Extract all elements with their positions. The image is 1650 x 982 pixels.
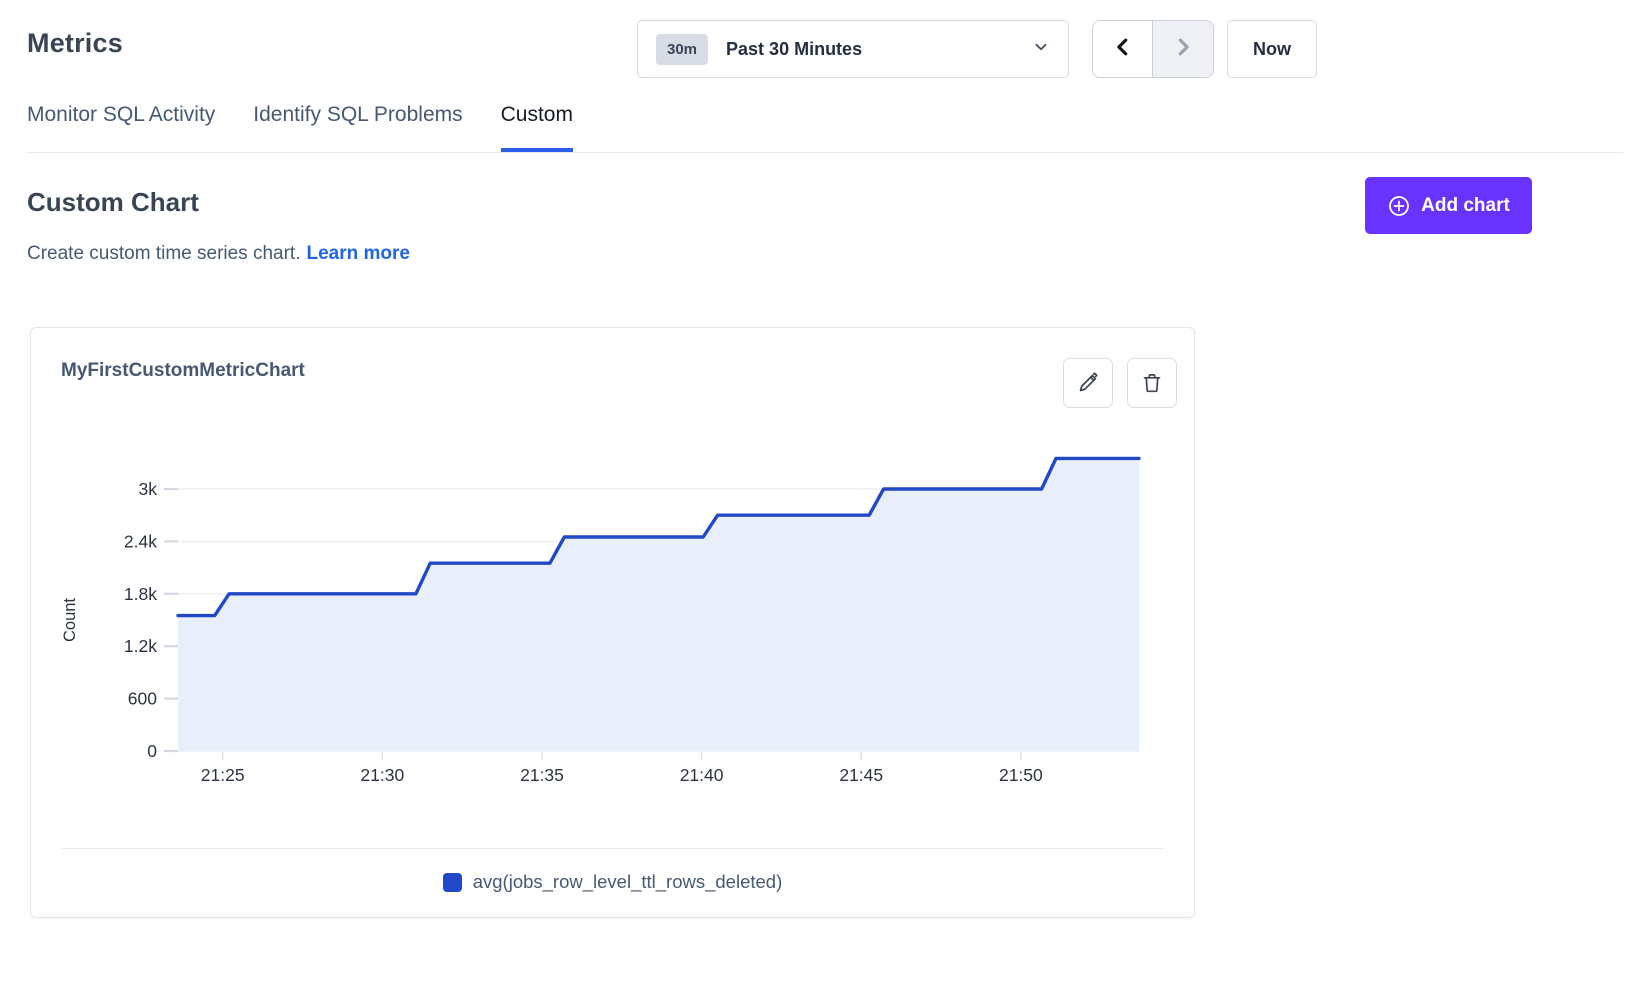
svg-text:21:25: 21:25 xyxy=(201,765,245,785)
svg-text:21:35: 21:35 xyxy=(520,765,564,785)
time-range-select[interactable]: 30m Past 30 Minutes xyxy=(637,20,1069,78)
delete-chart-button[interactable] xyxy=(1127,358,1177,408)
page-title: Metrics xyxy=(27,28,123,59)
svg-text:3k: 3k xyxy=(139,479,158,499)
legend-label: avg(jobs_row_level_ttl_rows_deleted) xyxy=(473,871,783,893)
svg-text:2.4k: 2.4k xyxy=(124,531,157,551)
legend-divider xyxy=(61,848,1164,849)
tab-monitor-sql-activity[interactable]: Monitor SQL Activity xyxy=(27,103,215,152)
previous-time-button[interactable] xyxy=(1093,21,1153,77)
chart-legend: avg(jobs_row_level_ttl_rows_deleted) xyxy=(31,871,1194,893)
tab-identify-sql-problems[interactable]: Identify SQL Problems xyxy=(253,103,462,152)
tab-custom[interactable]: Custom xyxy=(501,103,573,152)
custom-chart-card: MyFirstCustomMetricChart 0 600 1.2k 1.8k 2.4… xyxy=(30,327,1195,918)
time-window-label: Past 30 Minutes xyxy=(726,39,862,60)
legend-swatch xyxy=(443,873,462,892)
edit-chart-button[interactable] xyxy=(1063,358,1113,408)
trash-icon xyxy=(1140,371,1164,395)
next-time-button[interactable] xyxy=(1153,21,1213,77)
pencil-icon xyxy=(1076,371,1100,395)
learn-more-link[interactable]: Learn more xyxy=(306,243,409,264)
tabs-divider xyxy=(27,152,1623,153)
svg-text:Count: Count xyxy=(61,598,79,642)
metrics-tabs: Monitor SQL Activity Identify SQL Proble… xyxy=(27,103,573,152)
svg-text:21:50: 21:50 xyxy=(999,765,1043,785)
add-chart-button[interactable]: Add chart xyxy=(1365,177,1532,234)
time-window-badge: 30m xyxy=(656,34,708,65)
plus-circle-icon xyxy=(1387,194,1411,218)
custom-chart-svg: 0 600 1.2k 1.8k 2.4k 3k 21:25 21:30 21:35 21:40 21… xyxy=(31,428,1196,808)
section-description: Create custom time series chart.Learn mo… xyxy=(27,243,410,265)
svg-text:600: 600 xyxy=(128,689,157,709)
svg-text:1.8k: 1.8k xyxy=(124,584,157,604)
metrics-page: Metrics 30m Past 30 Minutes Now Monitor … xyxy=(0,0,1650,982)
add-chart-label: Add chart xyxy=(1421,195,1510,217)
section-heading: Custom Chart xyxy=(27,187,199,218)
svg-text:0: 0 xyxy=(147,741,157,761)
chart-title: MyFirstCustomMetricChart xyxy=(61,360,305,382)
chevron-right-icon xyxy=(1172,36,1194,63)
svg-text:21:30: 21:30 xyxy=(360,765,404,785)
now-button[interactable]: Now xyxy=(1227,20,1317,78)
svg-text:1.2k: 1.2k xyxy=(124,636,157,656)
chevron-left-icon xyxy=(1112,36,1134,63)
time-step-buttons xyxy=(1092,20,1214,78)
svg-text:21:40: 21:40 xyxy=(680,765,724,785)
chevron-down-icon xyxy=(1032,38,1050,61)
svg-text:21:45: 21:45 xyxy=(839,765,883,785)
